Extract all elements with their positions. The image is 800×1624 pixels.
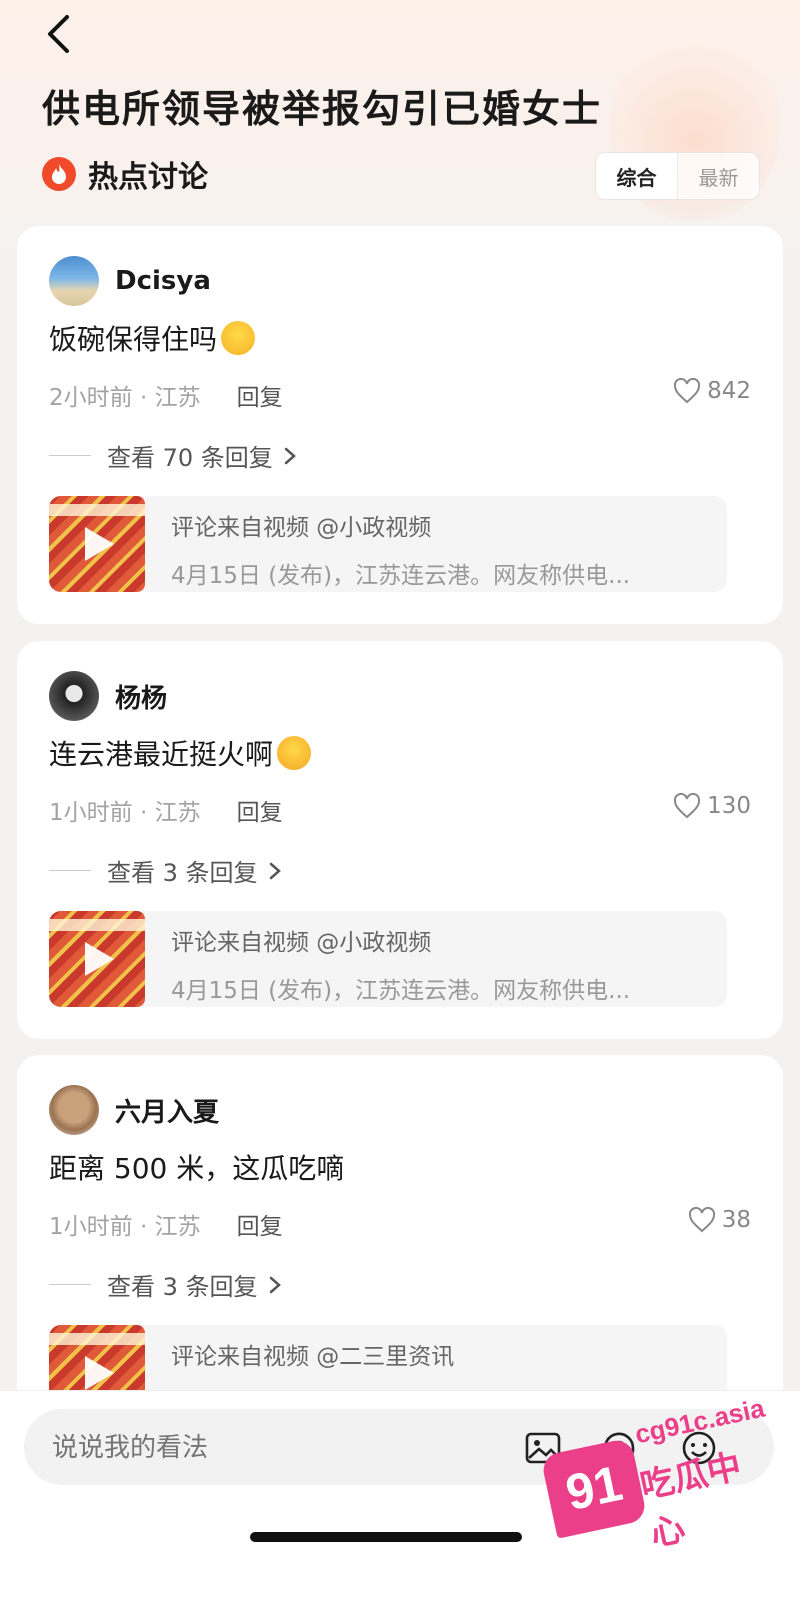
watermark-label: 吃瓜中心 [636, 1446, 745, 1555]
divider-dash [49, 870, 91, 871]
heart-icon [688, 1207, 715, 1233]
comment-body: 距离 500 米，这瓜吃嘀 [49, 1152, 345, 1185]
reply-button[interactable]: 回复 [237, 1207, 283, 1241]
comment-body: 连云港最近挺火啊 [49, 738, 274, 771]
video-thumbnail[interactable] [49, 496, 145, 592]
avatar[interactable] [49, 671, 99, 721]
view-replies-link[interactable]: 查看 3 条回复 [49, 853, 282, 888]
fire-icon [42, 157, 76, 191]
sort-option-latest[interactable]: 最新 [678, 153, 759, 199]
page-title: 供电所领导被举报勾引已婚女士 [42, 87, 603, 131]
avatar[interactable] [49, 1085, 99, 1135]
play-icon [85, 942, 114, 976]
heart-icon [674, 793, 701, 819]
view-replies-link[interactable]: 查看 70 条回复 [49, 438, 297, 473]
watermark-badge: 91 [540, 1437, 648, 1539]
video-description: 4月15日 (发布)，江苏连云港。网友称供电... [171, 563, 631, 589]
video-source: 评论来自视频 @小政视频 [171, 930, 432, 956]
section-title: 热点讨论 [88, 160, 208, 195]
like-button[interactable]: 38 [688, 1207, 751, 1233]
view-replies-label: 查看 3 条回复 [107, 859, 258, 887]
username[interactable]: Dcisya [115, 266, 211, 296]
back-button[interactable] [38, 12, 78, 56]
chevron-right-icon [269, 862, 281, 879]
source-video-card[interactable]: 评论来自视频 @小政视频 4月15日 (发布)，江苏连云港。网友称供电... [49, 496, 727, 592]
time-location: 1小时前 · 江苏 [49, 800, 201, 826]
heart-icon [674, 378, 701, 404]
view-replies-link[interactable]: 查看 3 条回复 [49, 1267, 282, 1302]
comment-card: Dcisya 饭碗保得住吗 2小时前 · 江苏 回复 842 查看 70 条回复… [17, 226, 783, 624]
username[interactable]: 杨杨 [115, 678, 167, 715]
comment-input[interactable] [50, 1409, 494, 1487]
comment-text: 连云港最近挺火啊 [49, 733, 312, 773]
like-button[interactable]: 130 [673, 793, 751, 819]
anxious-face-emoji-icon [221, 321, 256, 355]
source-video-card[interactable]: 评论来自视频 @小政视频 4月15日 (发布)，江苏连云港。网友称供电... [49, 911, 727, 1007]
meta-row: 2小时前 · 江苏 回复 [49, 378, 283, 412]
user-row[interactable]: 杨杨 [49, 671, 167, 721]
watermark: cg91c.asia 91 吃瓜中心 [540, 1393, 768, 1555]
comment-body: 饭碗保得住吗 [49, 323, 218, 356]
view-replies-label: 查看 70 条回复 [107, 444, 273, 472]
like-count: 130 [707, 793, 751, 819]
chevron-left-icon [48, 15, 69, 53]
user-row[interactable]: Dcisya [49, 256, 211, 306]
play-icon [85, 1356, 114, 1390]
comment-text: 距离 500 米，这瓜吃嘀 [49, 1147, 344, 1187]
sort-option-comprehensive[interactable]: 综合 [596, 153, 678, 199]
video-thumbnail[interactable] [49, 911, 145, 1007]
section-header: 热点讨论 [42, 152, 208, 196]
sort-toggle: 综合 最新 [595, 152, 760, 200]
meta-row: 1小时前 · 江苏 回复 [49, 1207, 283, 1241]
reply-button[interactable]: 回复 [237, 793, 283, 827]
thinking-face-emoji-icon [277, 736, 312, 770]
time-location: 2小时前 · 江苏 [49, 385, 201, 411]
user-row[interactable]: 六月入夏 [49, 1085, 219, 1135]
reply-button[interactable]: 回复 [237, 378, 283, 412]
video-source: 评论来自视频 @小政视频 [171, 515, 432, 541]
like-button[interactable]: 842 [673, 378, 751, 404]
chevron-right-icon [269, 1276, 281, 1293]
play-icon [85, 527, 114, 561]
home-indicator [250, 1532, 522, 1542]
video-description: 4月15日 (发布)，江苏连云港。网友称供电... [171, 978, 631, 1004]
time-location: 1小时前 · 江苏 [49, 1214, 201, 1240]
video-source: 评论来自视频 @二三里资讯 [171, 1344, 455, 1370]
comment-text: 饭碗保得住吗 [49, 318, 256, 358]
chevron-right-icon [284, 447, 296, 464]
meta-row: 1小时前 · 江苏 回复 [49, 793, 283, 827]
view-replies-label: 查看 3 条回复 [107, 1273, 258, 1301]
like-count: 842 [707, 378, 751, 404]
like-count: 38 [721, 1207, 751, 1233]
divider-dash [49, 455, 91, 456]
comment-card: 杨杨 连云港最近挺火啊 1小时前 · 江苏 回复 130 查看 3 条回复 评论… [17, 641, 783, 1039]
username[interactable]: 六月入夏 [115, 1092, 219, 1129]
avatar[interactable] [49, 256, 99, 306]
divider-dash [49, 1284, 91, 1285]
